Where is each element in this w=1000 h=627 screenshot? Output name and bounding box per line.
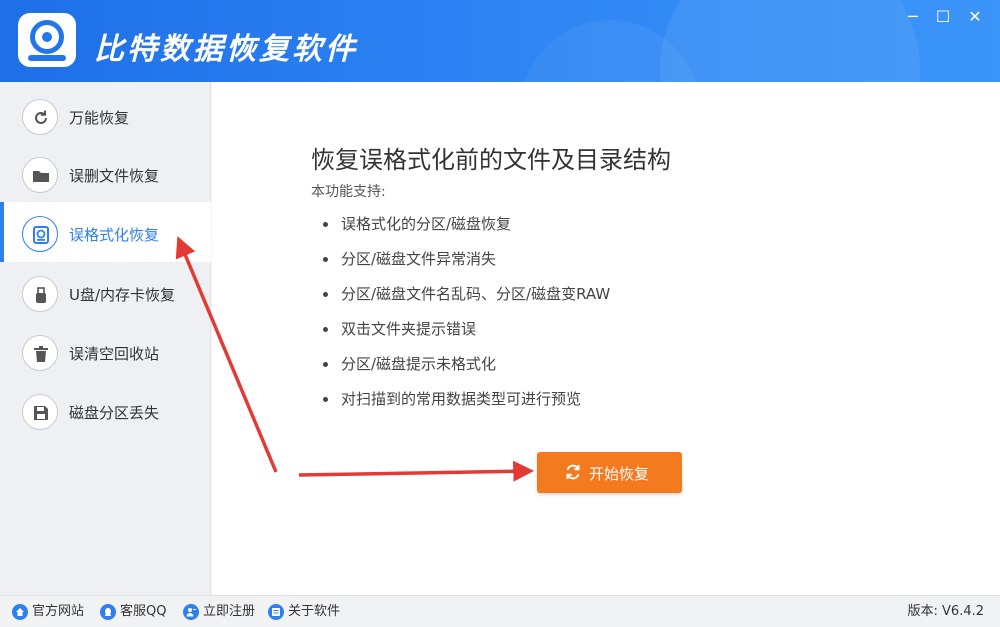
- sidebar-item-recycle-bin[interactable]: 误清空回收站: [0, 321, 211, 381]
- list-item: 分区/磁盘提示未格式化: [323, 352, 610, 387]
- list-item: 分区/磁盘文件异常消失: [323, 247, 610, 282]
- title-bar: 比特数据恢复软件 ─ ☐ ✕: [0, 0, 1000, 82]
- sidebar-item-label: 磁盘分区丢失: [69, 404, 160, 422]
- list-item: 对扫描到的常用数据类型可进行预览: [323, 387, 610, 422]
- sidebar-item-label: 万能恢复: [69, 109, 130, 127]
- sidebar-item-label: U盘/内存卡恢复: [69, 286, 176, 304]
- usb-icon: [22, 276, 58, 312]
- sidebar: 万能恢复 误删文件恢复 误格式化恢复 U盘/内存卡恢复 误清空回收站 磁盘分区丢…: [0, 82, 211, 595]
- list-item: 分区/磁盘文件名乱码、分区/磁盘变RAW: [323, 282, 610, 317]
- app-title: 比特数据恢复软件: [94, 32, 358, 67]
- status-link-label: 官方网站: [32, 604, 85, 619]
- save-disk-icon: [22, 394, 58, 430]
- register-icon: [183, 604, 199, 620]
- sidebar-item-format-recovery[interactable]: 误格式化恢复: [0, 202, 211, 262]
- folder-icon: [22, 157, 58, 193]
- list-item: 双击文件夹提示错误: [323, 317, 610, 352]
- list-item: 误格式化的分区/磁盘恢复: [323, 212, 610, 247]
- sidebar-item-usb-recovery[interactable]: U盘/内存卡恢复: [0, 262, 211, 322]
- sidebar-item-deleted-file-recovery[interactable]: 误删文件恢复: [0, 143, 211, 203]
- refresh-icon: [22, 99, 58, 135]
- sidebar-item-label: 误格式化恢复: [69, 226, 160, 244]
- close-button[interactable]: ✕: [962, 6, 988, 28]
- qq-icon: [100, 604, 116, 620]
- maximize-button[interactable]: ☐: [930, 6, 956, 28]
- refresh-icon: [564, 463, 582, 485]
- app-logo-icon: [18, 13, 76, 67]
- title-decoration: [660, 0, 920, 82]
- support-label: 本功能支持:: [311, 184, 386, 200]
- status-link-label: 客服QQ: [120, 604, 167, 619]
- status-link-label: 立即注册: [203, 604, 256, 619]
- trash-icon: [22, 335, 58, 371]
- format-disk-icon: [22, 216, 58, 252]
- status-link-label: 关于软件: [288, 604, 341, 619]
- home-icon: [12, 604, 28, 620]
- info-icon: [268, 604, 284, 620]
- page-title: 恢复误格式化前的文件及目录结构: [311, 146, 671, 174]
- sidebar-item-label: 误删文件恢复: [69, 167, 160, 185]
- start-recovery-button[interactable]: 开始恢复: [537, 452, 682, 493]
- status-bar: 官方网站 客服QQ 立即注册 关于软件 版本: V6.4.2: [0, 595, 1000, 627]
- feature-list: 误格式化的分区/磁盘恢复 分区/磁盘文件异常消失 分区/磁盘文件名乱码、分区/磁…: [323, 212, 610, 422]
- start-recovery-label: 开始恢复: [589, 465, 650, 483]
- sidebar-item-label: 误清空回收站: [69, 345, 160, 363]
- sidebar-item-universal-recovery[interactable]: 万能恢复: [0, 85, 211, 145]
- version-label: 版本: V6.4.2: [907, 604, 984, 619]
- sidebar-item-partition-lost[interactable]: 磁盘分区丢失: [0, 380, 211, 440]
- main-panel: 恢复误格式化前的文件及目录结构 本功能支持: 误格式化的分区/磁盘恢复 分区/磁…: [212, 82, 1000, 595]
- minimize-button[interactable]: ─: [900, 6, 926, 28]
